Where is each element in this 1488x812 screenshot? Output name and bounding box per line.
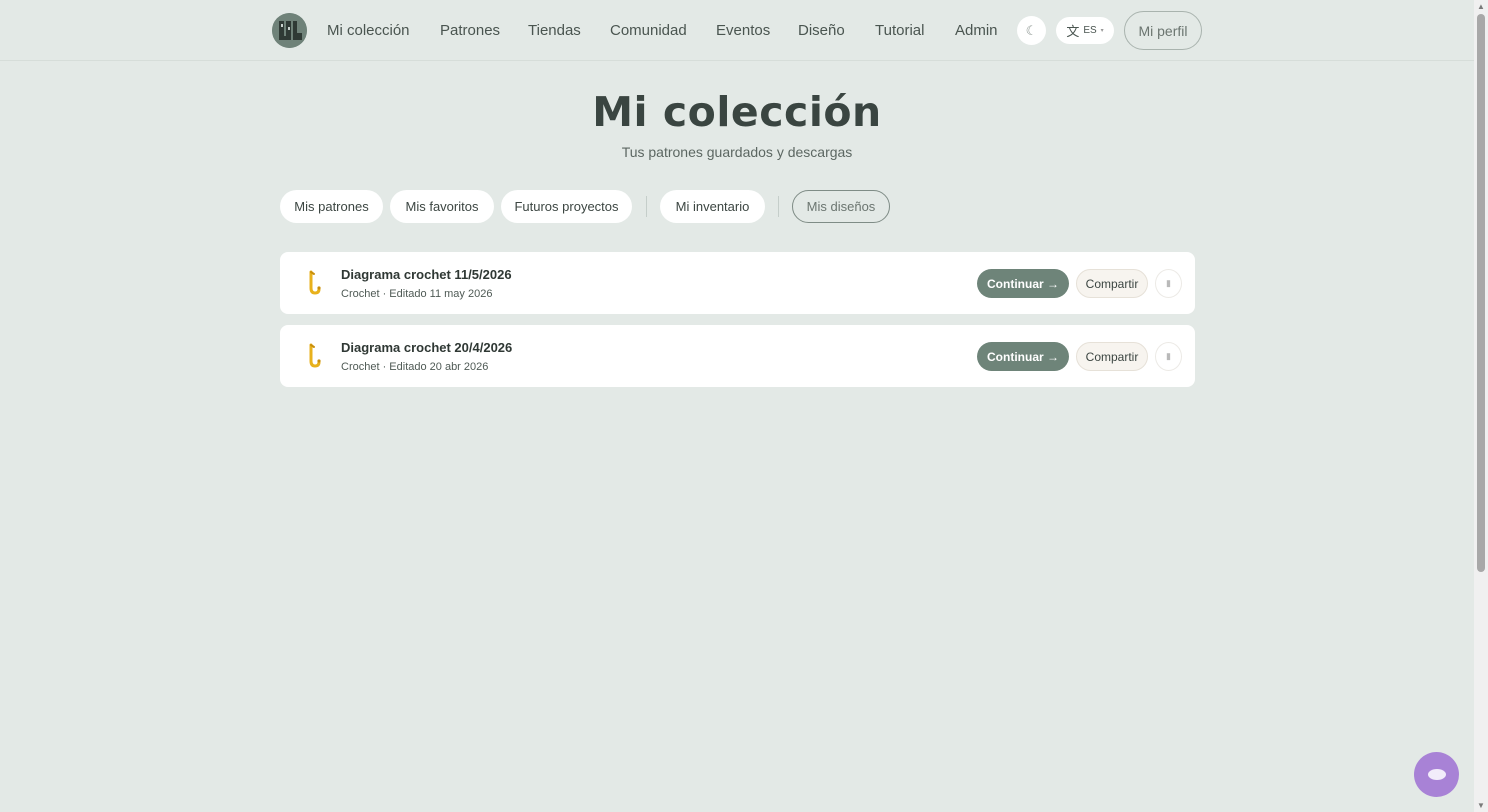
design-title[interactable]: Diagrama crochet 20/4/2026 xyxy=(341,340,512,355)
trash-icon: ▮ xyxy=(1166,278,1171,288)
nav-item-patrones[interactable]: Patrones xyxy=(440,22,500,39)
trash-icon: ▮ xyxy=(1166,351,1171,361)
profile-button[interactable]: Mi perfil xyxy=(1124,11,1202,50)
crochet-hook-icon xyxy=(309,343,321,368)
tab-divider xyxy=(646,196,647,217)
scrollbar-thumb[interactable] xyxy=(1477,14,1485,572)
tab-mi-inventario[interactable]: Mi inventario xyxy=(660,190,765,223)
language-code: ES xyxy=(1083,25,1097,36)
language-selector[interactable]: 文 ES ▾ xyxy=(1056,17,1114,44)
tab-divider xyxy=(778,196,779,217)
page-title: Mi colección xyxy=(592,88,882,136)
list-item: Diagrama crochet 20/4/2026 Crochet · Edi… xyxy=(280,325,1195,387)
continue-button[interactable]: Continuar → xyxy=(977,269,1069,298)
nav-item-tiendas[interactable]: Tiendas xyxy=(528,22,581,39)
nav-item-eventos[interactable]: Eventos xyxy=(716,22,770,39)
continue-button[interactable]: Continuar → xyxy=(977,342,1069,371)
logo[interactable] xyxy=(272,13,307,48)
theme-toggle-button[interactable]: ☾ xyxy=(1017,16,1046,45)
tab-mis-disenos[interactable]: Mis diseños xyxy=(792,190,890,223)
vertical-scrollbar[interactable]: ▲ ▼ xyxy=(1474,0,1488,812)
design-title[interactable]: Diagrama crochet 11/5/2026 xyxy=(341,267,512,282)
nav-item-comunidad[interactable]: Comunidad xyxy=(610,22,687,39)
top-navigation: Mi colección Patrones Tiendas Comunidad … xyxy=(0,0,1474,61)
nav-item-diseno[interactable]: Diseño xyxy=(798,22,845,39)
chat-bubble-icon xyxy=(1427,769,1446,780)
nav-item-tutorial[interactable]: Tutorial xyxy=(875,22,924,39)
chevron-down-icon: ▾ xyxy=(1100,28,1104,34)
nav-item-mi-coleccion[interactable]: Mi colección xyxy=(327,22,410,39)
moon-icon: ☾ xyxy=(1025,22,1038,38)
page-subtitle: Tus patrones guardados y descargas xyxy=(621,144,853,160)
design-meta: Crochet · Editado 20 abr 2026 xyxy=(341,361,489,373)
scroll-up-icon[interactable]: ▲ xyxy=(1477,2,1485,11)
scroll-down-icon[interactable]: ▼ xyxy=(1477,801,1485,810)
chat-button[interactable] xyxy=(1414,752,1459,797)
delete-button[interactable]: ▮ xyxy=(1155,342,1182,371)
list-item: Diagrama crochet 11/5/2026 Crochet · Edi… xyxy=(280,252,1195,314)
logo-icon xyxy=(272,13,307,48)
delete-button[interactable]: ▮ xyxy=(1155,269,1182,298)
share-button[interactable]: Compartir xyxy=(1076,269,1148,298)
design-meta: Crochet · Editado 11 may 2026 xyxy=(341,288,493,300)
tab-mis-patrones[interactable]: Mis patrones xyxy=(280,190,383,223)
nav-item-admin[interactable]: Admin xyxy=(955,22,998,39)
tab-mis-favoritos[interactable]: Mis favoritos xyxy=(390,190,494,223)
crochet-hook-icon xyxy=(309,270,321,295)
share-button[interactable]: Compartir xyxy=(1076,342,1148,371)
translate-icon: 文 xyxy=(1066,24,1080,39)
tab-futuros-proyectos[interactable]: Futuros proyectos xyxy=(501,190,632,223)
